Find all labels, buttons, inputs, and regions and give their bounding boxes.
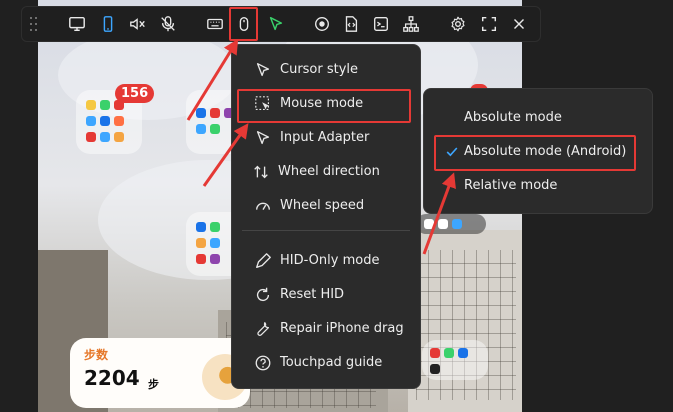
notification-badge: 156 bbox=[115, 84, 155, 103]
cursor-icon[interactable] bbox=[263, 7, 289, 41]
terminal-icon[interactable] bbox=[368, 7, 394, 41]
toolbar bbox=[21, 6, 541, 42]
submenu-item-label: Absolute mode bbox=[464, 110, 562, 125]
submenu-item-absolute-mode[interactable]: Absolute mode bbox=[424, 103, 652, 133]
menu-item-label: Input Adapter bbox=[280, 130, 370, 145]
menu-item-hid-only-mode[interactable]: HID-Only mode bbox=[232, 246, 420, 276]
monitor-icon[interactable] bbox=[64, 7, 90, 41]
menu-item-label: Touchpad guide bbox=[280, 355, 383, 370]
steps-label: 步数 bbox=[84, 348, 109, 362]
menu-item-cursor-style[interactable]: Cursor style bbox=[232, 55, 420, 85]
remote-control-window: 156 步数 2204 步 ● Cursor style Mouse mode … bbox=[0, 0, 673, 412]
menu-item-repair-iphone-drag[interactable]: Repair iPhone drag bbox=[232, 314, 420, 344]
help-icon bbox=[254, 354, 272, 372]
speed-icon bbox=[254, 197, 272, 215]
fullscreen-icon[interactable] bbox=[476, 7, 502, 41]
menu-item-label: Wheel direction bbox=[278, 164, 380, 179]
steps-unit: 步 bbox=[148, 378, 159, 391]
menu-item-label: Cursor style bbox=[280, 62, 359, 77]
gear-icon[interactable] bbox=[445, 7, 471, 41]
file-icon[interactable] bbox=[338, 7, 364, 41]
record-icon[interactable] bbox=[309, 7, 335, 41]
cursor-icon bbox=[254, 61, 272, 79]
mic-off-icon[interactable] bbox=[155, 7, 181, 41]
menu-separator bbox=[242, 230, 410, 231]
phone-icon[interactable] bbox=[95, 7, 121, 41]
pointer-icon bbox=[254, 129, 272, 147]
wrench-icon bbox=[254, 320, 272, 338]
menu-item-wheel-direction[interactable]: Wheel direction bbox=[232, 157, 420, 187]
menu-item-label: HID-Only mode bbox=[280, 253, 380, 268]
updown-icon bbox=[252, 163, 270, 181]
submenu-item-relative-mode[interactable]: Relative mode bbox=[424, 171, 652, 201]
menu-item-label: Wheel speed bbox=[280, 198, 365, 213]
app-folder[interactable] bbox=[422, 340, 488, 380]
mouse-icon-highlight bbox=[229, 7, 258, 41]
app-folder[interactable] bbox=[416, 214, 486, 234]
absolute-android-highlight bbox=[434, 135, 636, 171]
grip-icon[interactable] bbox=[30, 17, 38, 31]
submenu-item-label: Relative mode bbox=[464, 178, 558, 193]
network-icon[interactable] bbox=[398, 7, 424, 41]
mute-icon[interactable] bbox=[125, 7, 151, 41]
close-icon[interactable] bbox=[506, 7, 532, 41]
menu-item-label: Repair iPhone drag bbox=[280, 321, 404, 336]
keyboard-icon[interactable] bbox=[202, 7, 228, 41]
mouse-mode-highlight bbox=[237, 89, 411, 123]
menu-item-reset-hid[interactable]: Reset HID bbox=[232, 280, 420, 310]
menu-item-label: Reset HID bbox=[280, 287, 345, 302]
steps-widget[interactable]: 步数 2204 步 ● bbox=[70, 338, 250, 408]
menu-item-wheel-speed[interactable]: Wheel speed bbox=[232, 191, 420, 221]
menu-item-touchpad-guide[interactable]: Touchpad guide bbox=[232, 348, 420, 378]
menu-item-input-adapter[interactable]: Input Adapter bbox=[232, 123, 420, 153]
refresh-icon bbox=[254, 286, 272, 304]
pen-icon bbox=[254, 252, 272, 270]
steps-value: 2204 bbox=[84, 366, 140, 390]
